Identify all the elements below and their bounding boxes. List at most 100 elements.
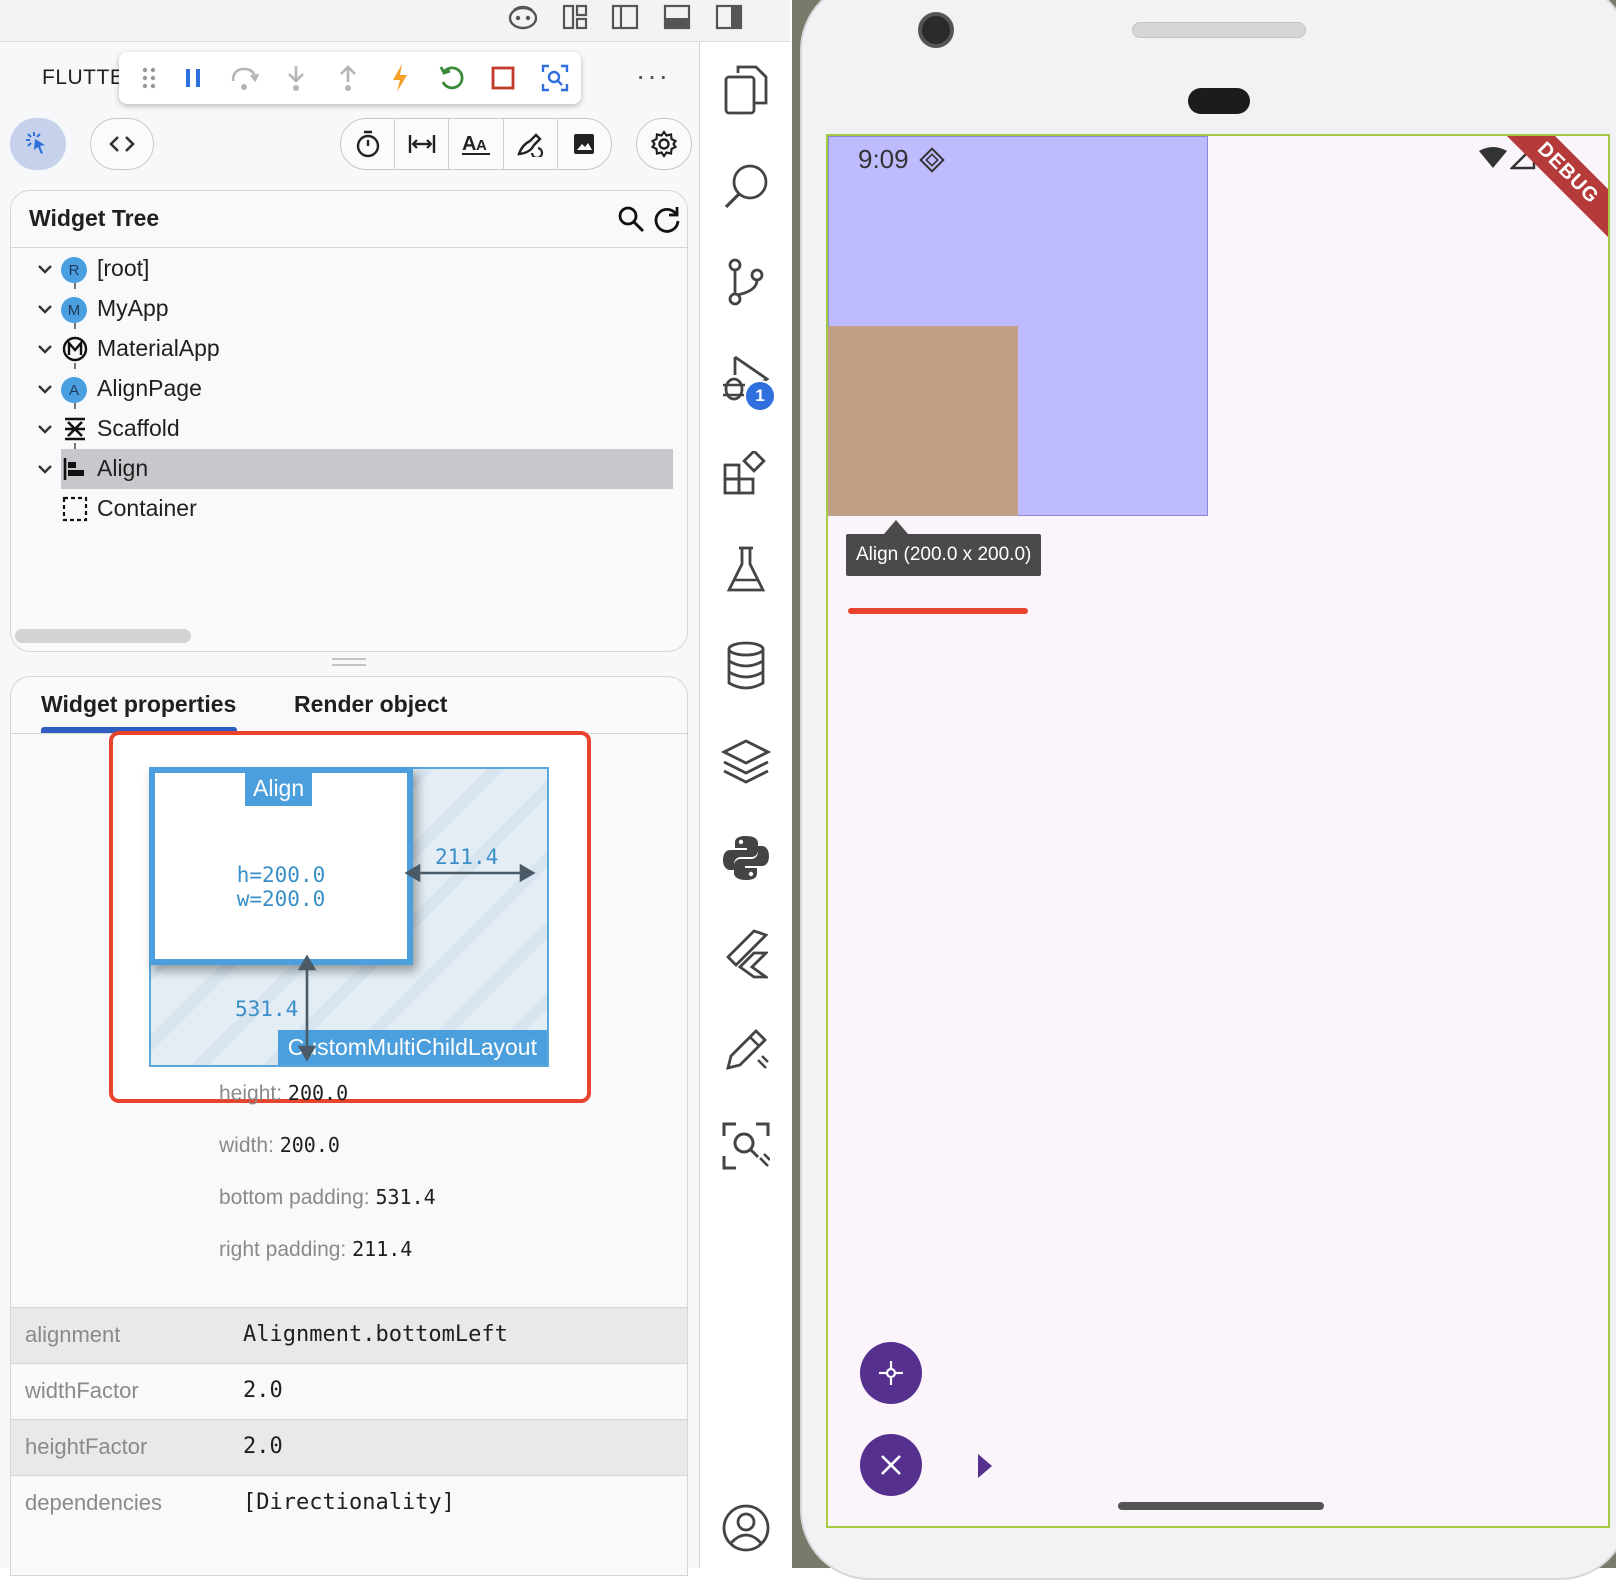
step-over-button[interactable] [219,56,271,100]
summary-value: 211.4 [352,1237,413,1261]
node-label: Scaffold [97,415,180,441]
node-label: Align [97,455,149,481]
chevron-down-icon[interactable] [35,259,55,279]
property-name: heightFactor [25,1434,148,1459]
account-icon[interactable] [718,1500,774,1556]
chevron-down-icon[interactable] [35,339,55,359]
window-title-strip [0,0,790,42]
highlight-oversized-images-icon[interactable] [558,119,611,169]
toggle-panel-icon[interactable] [660,2,694,32]
search-icon[interactable] [718,158,774,214]
summary-key: height: [219,1082,283,1105]
tree-node-myapp[interactable]: M MyApp [11,289,671,329]
device-screen[interactable]: 9:09 DEBUG Align (200.0 x 200.0) [826,134,1610,1528]
notification-icon [918,146,946,174]
more-actions-button[interactable]: ··· [636,60,670,92]
tab-render-object[interactable]: Render object [294,691,447,718]
phone-sensor [1188,88,1250,114]
chevron-down-icon[interactable] [35,459,55,479]
container-widget[interactable] [828,326,1018,516]
drag-handle-icon[interactable] [131,56,167,100]
status-time: 9:09 [858,144,909,174]
step-out-button[interactable] [322,56,374,100]
highlight-repaints-icon[interactable] [504,119,558,169]
flutter-icon[interactable] [718,926,774,982]
extensions-icon[interactable] [718,446,774,502]
wifi-icon [1478,146,1508,170]
expand-arrow-icon[interactable] [978,1454,992,1478]
layout-customize-icon[interactable] [558,2,592,32]
chevron-down-icon[interactable] [35,379,55,399]
hot-restart-button[interactable] [426,56,478,100]
tree-node-root[interactable]: R [root] [11,249,671,289]
property-row[interactable]: dependencies [Directionality] [11,1475,687,1531]
widget-details-panel: Widget properties Render object CustomMu… [10,676,688,1576]
property-value: Alignment.bottomLeft [243,1322,508,1347]
container-icon [61,495,89,523]
tree-node-container[interactable]: Container [11,489,671,529]
refresh-icon[interactable] [653,205,681,233]
node-label: [root] [97,255,150,281]
show-guidelines-icon[interactable] [395,119,450,169]
close-inspector-fab[interactable] [860,1434,922,1496]
summary-value: 531.4 [375,1185,436,1209]
database-icon[interactable] [718,638,774,694]
summary-width: width: 200.0 [219,1133,340,1158]
select-widget-mode-button[interactable] [10,118,66,170]
show-baselines-icon[interactable]: AA [449,119,504,169]
property-name: widthFactor [25,1378,139,1403]
summary-value: 200.0 [279,1133,340,1157]
align-icon [61,455,89,483]
testing-icon[interactable] [718,542,774,598]
tree-node-alignpage[interactable]: A AlignPage [11,369,671,409]
toggle-secondary-sidebar-icon[interactable] [712,2,746,32]
node-badge: A [61,377,87,403]
source-control-icon[interactable] [718,254,774,310]
horizontal-scrollbar[interactable] [15,629,191,643]
node-badge: R [61,257,87,283]
chevron-down-icon[interactable] [35,419,55,439]
padding-arrows [297,863,536,1062]
property-row[interactable]: alignment Alignment.bottomLeft [11,1307,687,1363]
select-widget-fab[interactable] [860,1342,922,1404]
toggle-primary-sidebar-icon[interactable] [608,2,642,32]
tree-node-materialapp[interactable]: MaterialApp [11,329,671,369]
tab-widget-properties[interactable]: Widget properties [41,691,236,718]
summary-height: height: 200.0 [219,1081,348,1106]
pause-button[interactable] [167,56,219,100]
property-row[interactable]: widthFactor 2.0 [11,1363,687,1419]
summary-key: width: [219,1134,274,1157]
property-name: dependencies [25,1490,163,1515]
error-indicator-line [848,608,1028,614]
tree-node-scaffold[interactable]: Scaffold [11,409,671,449]
property-value: 2.0 [243,1378,283,1403]
node-label: AlignPage [97,375,202,401]
summary-key: right padding: [219,1238,347,1261]
property-value: 2.0 [243,1434,283,1459]
search-icon[interactable] [617,205,645,233]
show-implementation-widgets-button[interactable] [90,118,154,170]
slow-animations-icon[interactable] [341,119,396,169]
split-resize-handle[interactable] [332,656,366,668]
camera-icon [918,12,954,48]
summary-right-padding: right padding: 211.4 [219,1237,412,1262]
chevron-down-icon[interactable] [35,299,55,319]
tree-node-align[interactable]: Align [11,449,673,489]
python-icon[interactable] [718,830,774,886]
scan-inspect-icon[interactable] [718,1118,774,1174]
svg-text:A: A [476,137,487,154]
inspector-settings-button[interactable] [636,118,692,170]
copilot-icon[interactable] [506,2,540,32]
explorer-icon[interactable] [718,62,774,118]
stop-button[interactable] [477,56,529,100]
edit-icon[interactable] [718,1022,774,1078]
widget-tree-panel: Widget Tree R [root] M MyApp MaterialApp… [10,190,688,652]
step-into-button[interactable] [270,56,322,100]
inspect-widget-button[interactable] [529,56,581,100]
divider [11,247,687,248]
layers-icon[interactable] [718,734,774,790]
svg-text:A: A [462,133,476,155]
property-row[interactable]: heightFactor 2.0 [11,1419,687,1475]
navigation-handle[interactable] [1118,1502,1324,1510]
hot-reload-button[interactable] [374,56,426,100]
